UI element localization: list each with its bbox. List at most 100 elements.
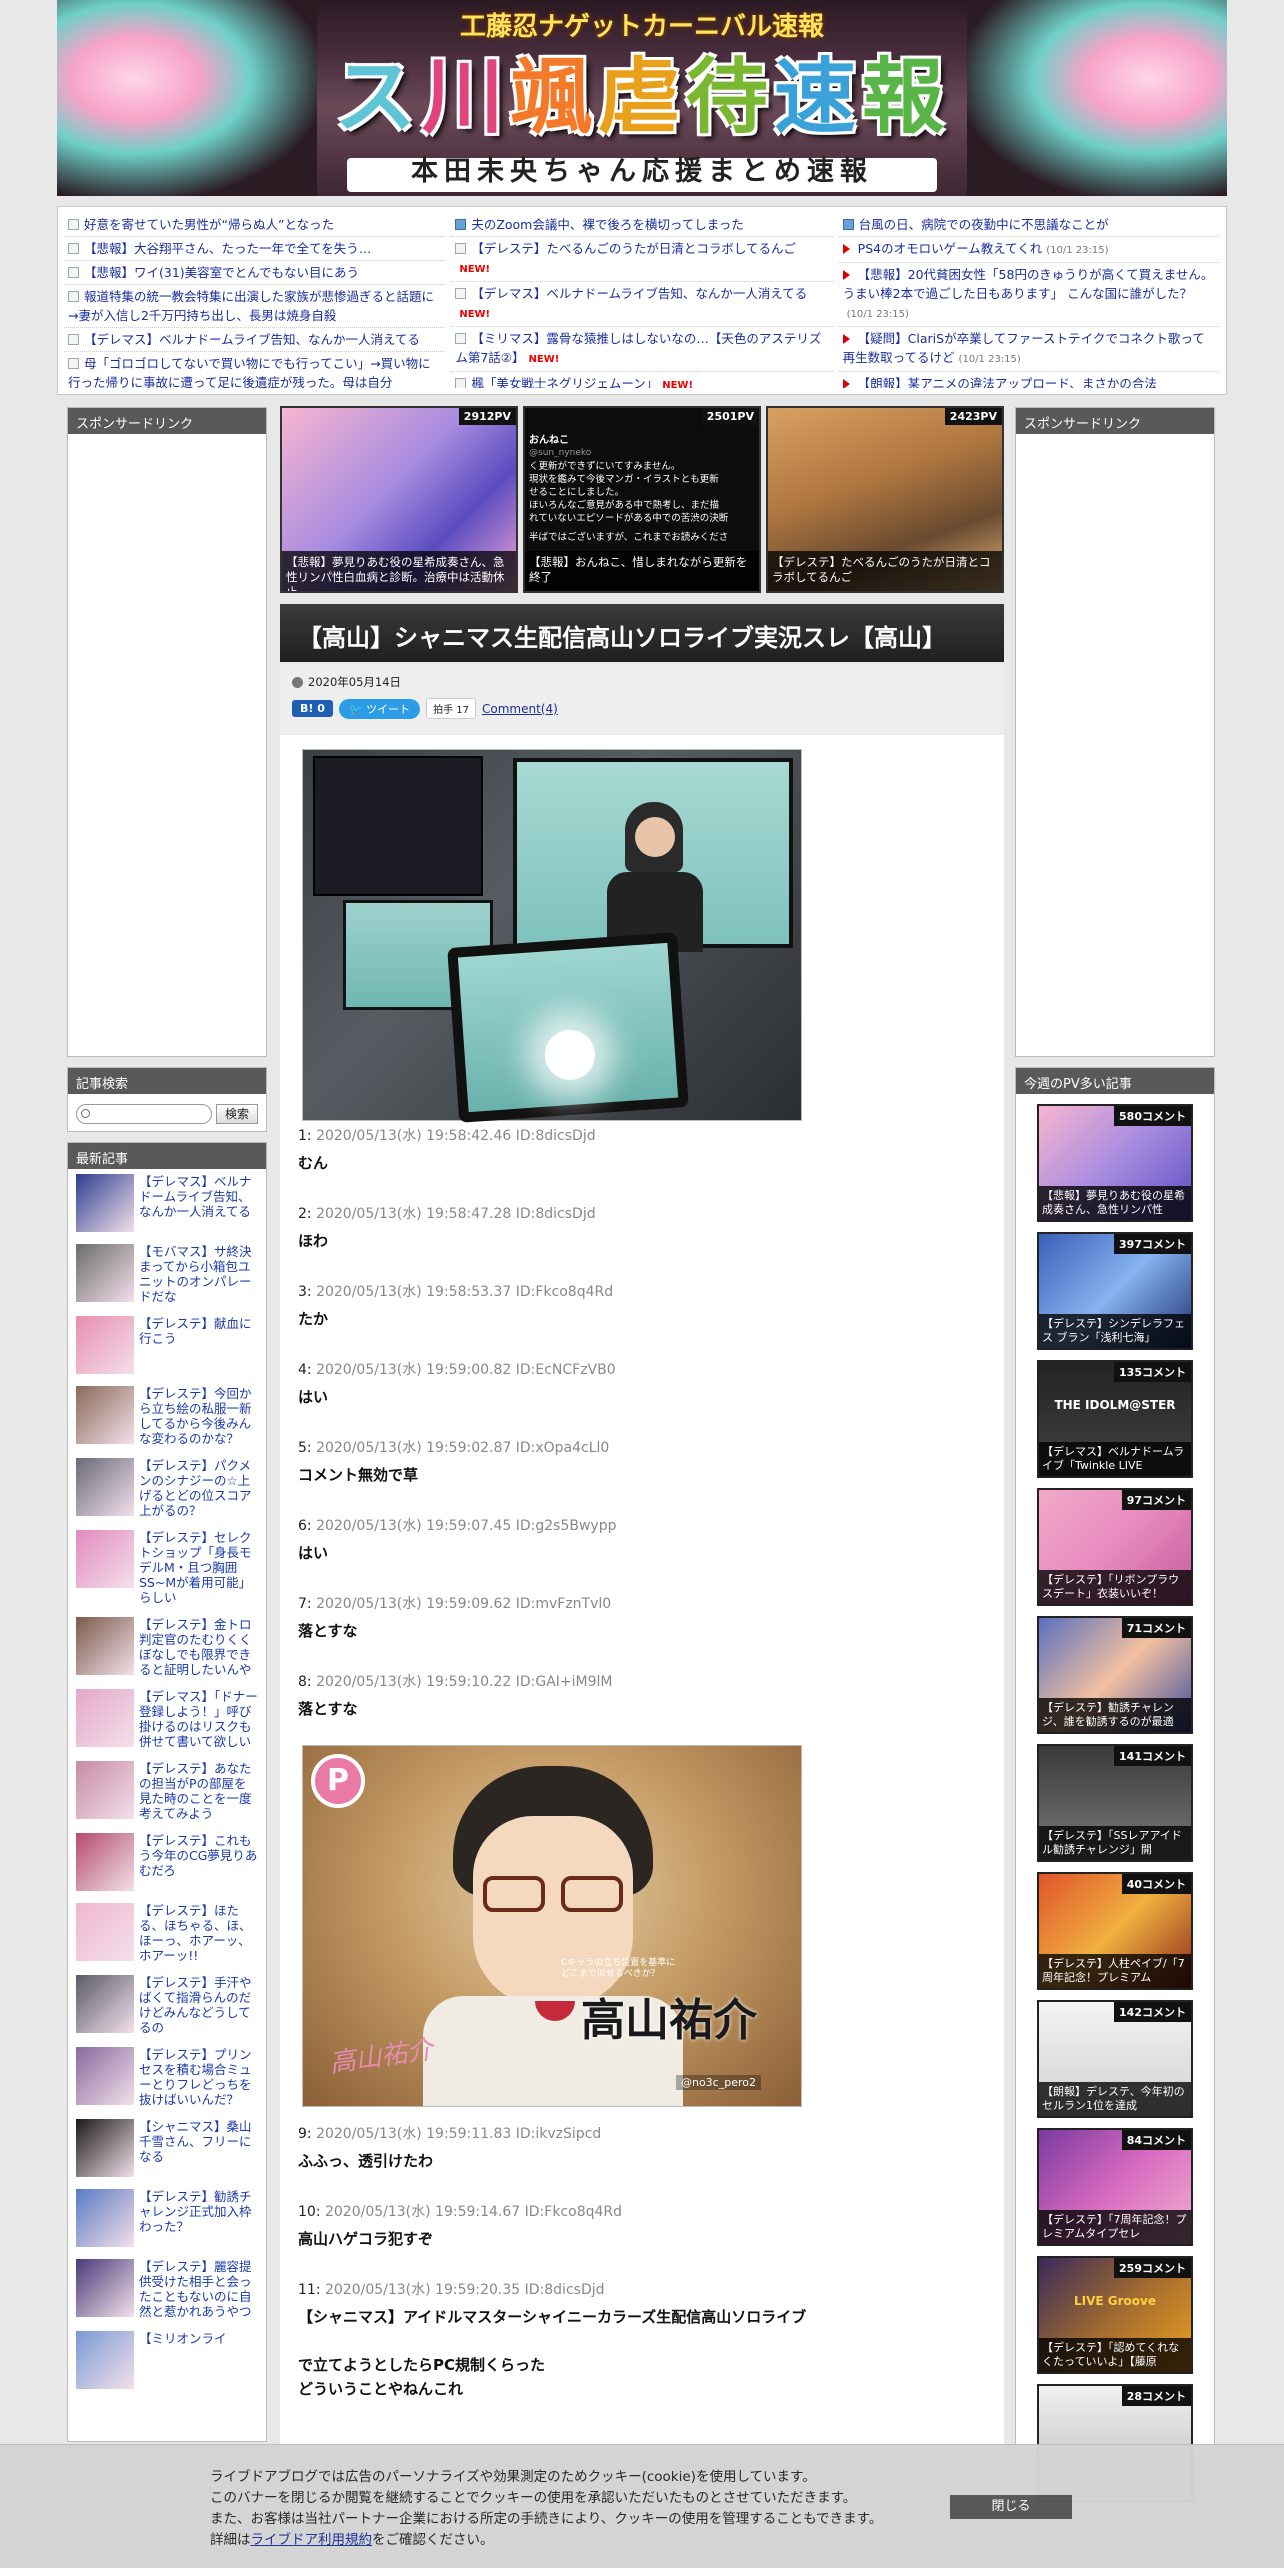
ticker-link[interactable]: 【悲報】ワイ(31)美容室でとんでもない目にあう (64, 261, 446, 285)
popular-article-item[interactable]: 397コメント 【デレステ】シンデレラフェス ブラン「浅利七海」 (1037, 1232, 1193, 1350)
recent-article-link[interactable]: 【デレステ】セレクトショップ「身長モデルM・且つ胸囲SS~Mが着用可能」らしい (139, 1530, 258, 1605)
recent-article-link[interactable]: 【デレステ】金トロ判定官のたむりくくぼなしでも限界できると証明したいんや (139, 1617, 258, 1677)
recent-article-item[interactable]: 【デレステ】プリンセスを積む場合ミューとりフレどっちを抜けばいいんだ？ (68, 2042, 266, 2114)
ticker-link[interactable]: 好意を寄せていた男性が“帰らぬ人”となった (64, 213, 446, 237)
recent-article-thumb[interactable] (76, 1689, 134, 1747)
popular-article-caption[interactable]: 【デレステ】「7周年記念！プレミアムタイプセレ (1039, 2210, 1191, 2244)
article-illustration-takayama[interactable]: P Cキャラの立ち位置を基準に どこまで似せるべきか？ 高山祐介 高山祐介 @n… (302, 1745, 802, 2107)
popular-article-caption[interactable]: 【デレステ】シンデレラフェス ブラン「浅利七海」 (1039, 1314, 1191, 1348)
ticker-link[interactable]: 夫のZoom会議中、裸で後ろを横切ってしまった (451, 213, 833, 237)
recent-article-thumb[interactable] (76, 1316, 134, 1374)
recent-article-link[interactable]: 【デレステ】今回から立ち絵の私服一新してるから今後みんな変わるのかな？ (139, 1386, 258, 1446)
popular-article-item[interactable]: 141コメント 【デレステ】「SSレアアイドル勧誘チャレンジ」開 (1037, 1744, 1193, 1862)
ticker-link-text[interactable]: 【デレステ】たべるんごのうたが日清とコラボしてるんご (471, 241, 796, 256)
recent-article-link[interactable]: 【モバマス】サ終決まってから小箱包ユニットのオンパレードだな (139, 1244, 258, 1304)
ticker-link[interactable]: 台風の日、病院での夜勤中に不思議なことが (838, 213, 1220, 237)
ticker-link-text[interactable]: 好意を寄せていた男性が“帰らぬ人”となった (84, 217, 334, 232)
tweet-button[interactable]: 🐦 ツイート (338, 698, 421, 719)
popular-article-caption[interactable]: 【デレステ】「認めてくれなくたっていいよ」【藤原 (1039, 2338, 1191, 2372)
popular-article-item[interactable]: 142コメント 【朗報】デレステ、今年初のセルラン1位を達成 (1037, 2000, 1193, 2118)
popular-article-caption[interactable]: 【朗報】デレステ、今年初のセルラン1位を達成 (1039, 2082, 1191, 2116)
popular-thumb[interactable]: 2912PV 【悲報】夢見りあむ役の星希成奏さん、急性リンパ性白血病と診断。治療… (280, 406, 518, 593)
recent-article-link[interactable]: 【デレステ】これもう今年のCG夢見りあむだろ (139, 1833, 258, 1891)
ticker-link[interactable]: PS4のオモロいゲーム教えてくれ (10/1 23:15) (838, 237, 1220, 263)
recent-article-thumb[interactable] (76, 1833, 134, 1891)
ticker-link[interactable]: 【疑問】ClariSが卒業してファーストテイクでコネクト歌って再生数取ってるけど… (838, 327, 1220, 372)
site-title[interactable]: ス川颯虐待速報 (57, 30, 1227, 149)
popular-article-item[interactable]: THE IDOLM@STER 135コメント 【デレマス】ベルナドームライブ「Twi… (1037, 1360, 1193, 1478)
recent-article-link[interactable]: 【デレステ】パクメンのシナジーの☆上げるとどの位スコア上がるの？ (139, 1458, 258, 1518)
ticker-link[interactable]: 【デレマス】ベルナドームライブ告知、なんか一人消えてる (64, 328, 446, 352)
recent-article-link[interactable]: 【デレステ】ほたる、ほちゃる、ほ、ほーっ、ホアーッ、ホアーッ!! (139, 1903, 258, 1963)
recent-article-link[interactable]: 【デレステ】献血に行こう (139, 1316, 258, 1374)
recent-article-item[interactable]: 【デレステ】これもう今年のCG夢見りあむだろ (68, 1828, 266, 1898)
ticker-link[interactable]: 楓「美女戦士ネグリジェムーン」 NEW! (451, 372, 832, 388)
cookie-close-button[interactable]: 閉じる (950, 2495, 1072, 2519)
recent-article-item[interactable]: 【デレステ】金トロ判定官のたむりくくぼなしでも限界できると証明したいんや (68, 1612, 266, 1684)
recent-article-link[interactable]: 【ミリオンライ (139, 2331, 227, 2389)
ticker-link-text[interactable]: 【悲報】大谷翔平さん、たった一年で全てを失う… (84, 241, 371, 256)
ticker-link[interactable]: 【朗報】某アニメの違法アップロード、まさかの合法 (839, 372, 1220, 388)
ticker-link-text[interactable]: 楓「美女戦士ネグリジェムーン」 (471, 376, 658, 388)
article-photo-stream-setup[interactable] (302, 749, 802, 1123)
popular-article-caption[interactable]: 【デレマス】ベルナドームライブ「Twinkle LIVE (1039, 1442, 1191, 1476)
recent-article-link[interactable]: 【デレマス】「ドナー登録しよう！」呼び掛けるのはリスクも併せて書いて欲しい (139, 1689, 258, 1749)
popular-thumb[interactable]: 2423PV 【デレステ】たべるんごのうたが日清とコラボしてるんご (766, 406, 1004, 593)
ticker-link-text[interactable]: 【デレマス】ベルナドームライブ告知、なんか一人消えてる (471, 286, 807, 301)
recent-article-item[interactable]: 【ミリオンライ (68, 2326, 266, 2396)
recent-article-thumb[interactable] (76, 2119, 134, 2177)
recent-article-item[interactable]: 【デレステ】勧誘チャレンジ正式加入枠わった？ (68, 2184, 266, 2254)
ticker-link-text[interactable]: 【ミリマス】露骨な猿推しはしないなの…【天色のアステリズム第7話②】 (455, 331, 821, 365)
recent-article-item[interactable]: 【デレマス】ベルナドームライブ告知、なんか一人消えてる (68, 1169, 266, 1239)
ticker-link-text[interactable]: 夫のZoom会議中、裸で後ろを横切ってしまった (471, 217, 743, 232)
search-button[interactable]: 検索 (215, 1104, 258, 1124)
recent-article-item[interactable]: 【デレステ】セレクトショップ「身長モデルM・且つ胸囲SS~Mが着用可能」らしい (68, 1525, 266, 1612)
recent-article-item[interactable]: 【デレステ】あなたの担当がPの部屋を見た時のことを一度考えてみよう (68, 1756, 266, 1828)
ticker-link[interactable]: 報道特集の統一教会特集に出演した家族が悲惨過ぎると話題に→妻が入信し2千万円持ち… (64, 285, 446, 328)
ticker-link[interactable]: 【デレマス】ベルナドームライブ告知、なんか一人消えてる NEW! (451, 282, 833, 327)
recent-article-link[interactable]: 【デレステ】麗容提供受けた相手と会ったこともないのに自然と惹かれあうやつ (139, 2259, 258, 2319)
clap-button[interactable]: 拍手 17 (426, 698, 476, 719)
recent-article-item[interactable]: 【デレステ】今回から立ち絵の私服一新してるから今後みんな変わるのかな？ (68, 1381, 266, 1453)
recent-article-thumb[interactable] (76, 1761, 134, 1819)
recent-article-thumb[interactable] (76, 2331, 134, 2389)
popular-article-item[interactable]: 71コメント 【デレステ】勧誘チャレンジ、誰を勧誘するのが最適 (1037, 1616, 1193, 1734)
recent-article-thumb[interactable] (76, 2189, 134, 2247)
ticker-link-text[interactable]: PS4のオモロいゲーム教えてくれ (858, 241, 1043, 256)
recent-article-item[interactable]: 【デレマス】「ドナー登録しよう！」呼び掛けるのはリスクも併せて書いて欲しい (68, 1684, 266, 1756)
recent-article-thumb[interactable] (76, 2259, 134, 2317)
recent-article-item[interactable]: 【デレステ】ほたる、ほちゃる、ほ、ほーっ、ホアーッ、ホアーッ!! (68, 1898, 266, 1970)
popular-article-item[interactable]: 84コメント 【デレステ】「7周年記念！プレミアムタイプセレ (1037, 2128, 1193, 2246)
ticker-link-text[interactable]: 【悲報】20代貧困女性「58円のきゅうりが高くて買えません。うまい棒2本で過ごし… (843, 267, 1214, 301)
popular-article-caption[interactable]: 【デレステ】「SSレアアイドル勧誘チャレンジ」開 (1039, 1826, 1191, 1860)
search-input[interactable] (76, 1104, 212, 1124)
recent-article-link[interactable]: 【デレステ】勧誘チャレンジ正式加入枠わった？ (139, 2189, 258, 2247)
article-title[interactable]: 【高山】シャニマス生配信高山ソロライブ実況スレ【高山】 (280, 604, 1004, 662)
ticker-link[interactable]: 【悲報】大谷翔平さん、たった一年で全てを失う… (64, 237, 446, 261)
ticker-link[interactable]: 【悲報】20代貧困女性「58円のきゅうりが高くて買えません。うまい棒2本で過ごし… (838, 263, 1220, 327)
ticker-link-text[interactable]: 台風の日、病院での夜勤中に不思議なことが (859, 217, 1109, 232)
recent-article-item[interactable]: 【デレステ】パクメンのシナジーの☆上げるとどの位スコア上がるの？ (68, 1453, 266, 1525)
recent-article-thumb[interactable] (76, 1386, 134, 1444)
popular-article-caption[interactable]: 【デレステ】勧誘チャレンジ、誰を勧誘するのが最適 (1039, 1698, 1191, 1732)
terms-link[interactable]: ライブドア利用規約 (251, 2532, 373, 2548)
recent-article-thumb[interactable] (76, 1244, 134, 1302)
popular-article-caption[interactable]: 【デレステ】人柱ペイブ/「7周年記念！プレミアム (1039, 1954, 1191, 1988)
popular-article-item[interactable]: 40コメント 【デレステ】人柱ペイブ/「7周年記念！プレミアム (1037, 1872, 1193, 1990)
recent-article-link[interactable]: 【デレステ】手汗やばくて指滑らんのだけどみんなどうしてるの (139, 1975, 258, 2035)
popular-article-item[interactable]: 97コメント 【デレステ】「リボンプラウスデート」衣装いいぞ！ (1037, 1488, 1193, 1606)
popular-article-item[interactable]: LIVE Groove 259コメント 【デレステ】「認めてくれなくたっていいよ」【… (1037, 2256, 1193, 2374)
recent-article-item[interactable]: 【デレステ】手汗やばくて指滑らんのだけどみんなどうしてるの (68, 1970, 266, 2042)
popular-article-item[interactable]: 580コメント 【悲報】夢見りあむ役の星希成奏さん、急性リンパ性 (1037, 1104, 1193, 1222)
recent-article-thumb[interactable] (76, 1617, 134, 1675)
recent-article-link[interactable]: 【デレマス】ベルナドームライブ告知、なんか一人消えてる (139, 1174, 258, 1232)
ticker-link[interactable]: 母「ゴロゴロしてないで買い物にでも行ってこい」→買い物に行った帰りに事故に遭って… (64, 352, 445, 388)
recent-article-thumb[interactable] (76, 2047, 134, 2105)
ticker-link-text[interactable]: 【朗報】某アニメの違法アップロード、まさかの合法 (858, 376, 1157, 388)
recent-article-thumb[interactable] (76, 1975, 134, 2033)
recent-article-link[interactable]: 【シャニマス】桑山千雪さん、フリーになる (139, 2119, 258, 2177)
ticker-link-text[interactable]: 母「ゴロゴロしてないで買い物にでも行ってこい」→買い物に行った帰りに事故に遭って… (68, 356, 431, 388)
recent-article-item[interactable]: 【シャニマス】桑山千雪さん、フリーになる (68, 2114, 266, 2184)
ticker-link[interactable]: 【ミリマス】露骨な猿推しはしないなの…【天色のアステリズム第7話②】 NEW! (451, 327, 833, 372)
ticker-link-text[interactable]: 【悲報】ワイ(31)美容室でとんでもない目にあう (84, 265, 359, 280)
